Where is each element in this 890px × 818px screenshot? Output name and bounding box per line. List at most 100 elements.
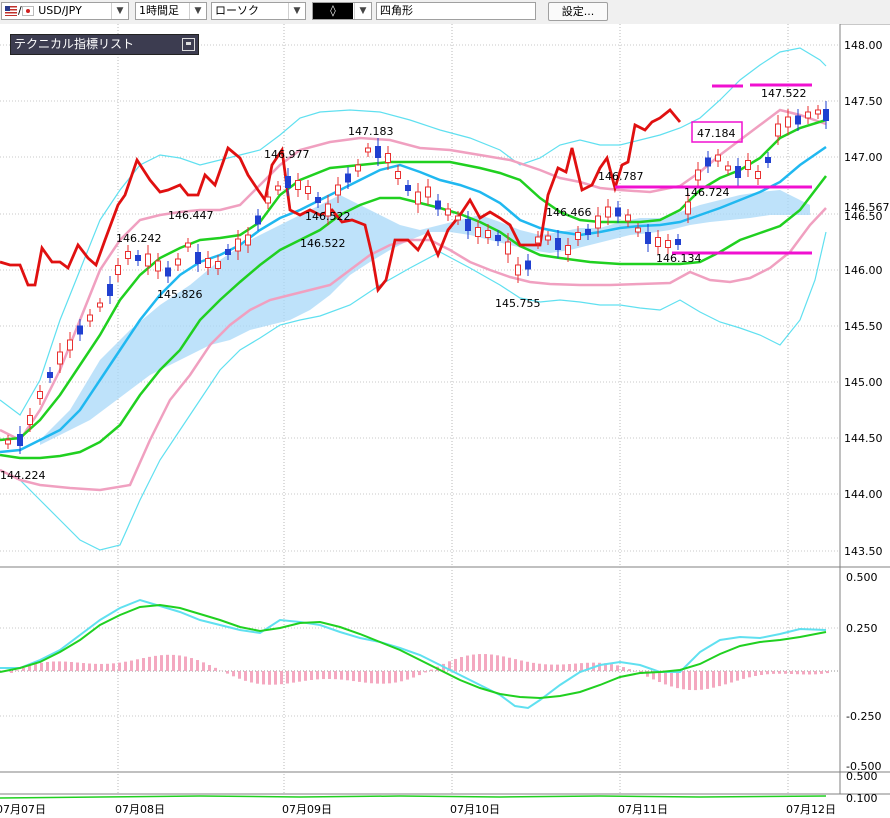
chevron-down-icon[interactable]: ▼ — [189, 3, 206, 19]
date-label: 07月09日 — [282, 803, 332, 816]
candle-body — [107, 284, 113, 296]
histogram-bar — [142, 658, 145, 671]
histogram-bar — [352, 671, 355, 682]
price-axis-label: 147.50 — [844, 95, 883, 108]
histogram-bar — [580, 663, 583, 671]
price-label: 145.826 — [157, 288, 203, 301]
indicator-list-panel[interactable]: テクニカル指標リスト — [10, 34, 199, 55]
candle-body — [17, 434, 23, 446]
candle-body — [27, 415, 33, 425]
histogram-bar — [550, 664, 553, 671]
candle-body — [645, 232, 651, 244]
histogram-bar — [274, 671, 277, 685]
candle-body — [255, 215, 261, 225]
histogram-bar — [538, 663, 541, 671]
date-label: 07月11日 — [618, 803, 668, 816]
histogram-bar — [256, 671, 259, 684]
candle-body — [635, 227, 641, 233]
histogram-bar — [424, 671, 427, 673]
price-axis-label: 146.50 — [844, 210, 883, 223]
osc-axis-label: 0.500 — [846, 571, 878, 584]
histogram-bar — [154, 655, 157, 671]
histogram-bar — [544, 664, 547, 671]
symbol-select[interactable]: / USD/JPY ▼ — [1, 2, 129, 20]
candle-body — [705, 157, 711, 167]
histogram-bar — [226, 671, 229, 674]
histogram-bar — [718, 671, 721, 687]
candle-body — [235, 238, 241, 252]
histogram-bar — [418, 671, 421, 676]
chevron-down-icon[interactable]: ▼ — [111, 3, 128, 19]
candle-body — [445, 208, 451, 216]
candle-body — [245, 234, 251, 246]
candle-body — [665, 240, 671, 248]
candle-body — [615, 207, 621, 217]
candle-body — [485, 230, 491, 238]
histogram-bar — [490, 654, 493, 671]
histogram-bar — [166, 654, 169, 671]
histogram-bar — [784, 671, 787, 674]
candle-body — [675, 239, 681, 245]
timeframe-select[interactable]: 1時間足 ▼ — [135, 2, 207, 20]
candle-body — [275, 185, 281, 191]
histogram-bar — [40, 662, 43, 671]
price-axis-label: 145.50 — [844, 320, 883, 333]
histogram-bar — [334, 671, 337, 680]
histogram-bar — [112, 663, 115, 671]
candle-body — [365, 147, 371, 153]
price-label: 146.724 — [684, 186, 730, 199]
candle-body — [385, 153, 391, 163]
osc-axis-label: 0.100 — [846, 792, 878, 805]
drawing-tool-select[interactable]: ◊ ▼ — [312, 2, 372, 20]
jp-flag-icon — [21, 6, 34, 16]
candle-body — [405, 185, 411, 191]
candle-body — [735, 166, 741, 178]
drawing-shape-field[interactable]: 四角形 — [376, 2, 536, 20]
price-axis-label: 144.50 — [844, 432, 883, 445]
candle-body — [125, 251, 131, 259]
candle-body — [225, 249, 231, 255]
histogram-bar — [136, 659, 139, 671]
histogram-bar — [292, 671, 295, 683]
date-label: 07月10日 — [450, 803, 500, 816]
candle-body — [575, 232, 581, 240]
candle-body — [97, 302, 103, 308]
price-label: 146.242 — [116, 232, 162, 245]
histogram-bar — [190, 658, 193, 671]
chevron-down-icon[interactable]: ▼ — [354, 3, 371, 19]
price-label: 144.224 — [0, 469, 46, 482]
chart-style-select[interactable]: ローソク ▼ — [211, 2, 306, 20]
candle-body — [775, 123, 781, 137]
histogram-bar — [70, 661, 73, 671]
candle-body — [585, 229, 591, 235]
histogram-bar — [304, 671, 307, 681]
candle-body — [375, 146, 381, 158]
candle-body — [135, 255, 141, 261]
candle-body — [535, 236, 541, 244]
histogram-bar — [118, 662, 121, 671]
histogram-bar — [76, 662, 79, 671]
histogram-bar — [400, 671, 403, 682]
price-axis-label: 145.00 — [844, 376, 883, 389]
chevron-down-icon[interactable]: ▼ — [288, 3, 305, 19]
candle-body — [87, 314, 93, 322]
candle-body — [425, 186, 431, 198]
us-flag-icon — [5, 6, 17, 16]
histogram-bar — [202, 662, 205, 671]
candle-body — [465, 219, 471, 231]
candle-body — [505, 241, 511, 255]
candle-body — [815, 109, 821, 115]
histogram-bar — [700, 671, 703, 690]
chart-style-label: ローソク — [215, 4, 259, 17]
settings-button[interactable]: 設定... — [548, 2, 608, 21]
candle-body — [37, 391, 43, 399]
histogram-bar — [622, 667, 625, 671]
histogram-bar — [562, 664, 565, 671]
histogram-bar — [46, 661, 49, 671]
minimize-icon[interactable] — [182, 38, 195, 51]
price-label: 145.755 — [495, 297, 541, 310]
bottom-panel-line — [0, 795, 827, 799]
histogram-bar — [688, 671, 691, 690]
histogram-bar — [388, 671, 391, 684]
candle-body — [295, 180, 301, 190]
